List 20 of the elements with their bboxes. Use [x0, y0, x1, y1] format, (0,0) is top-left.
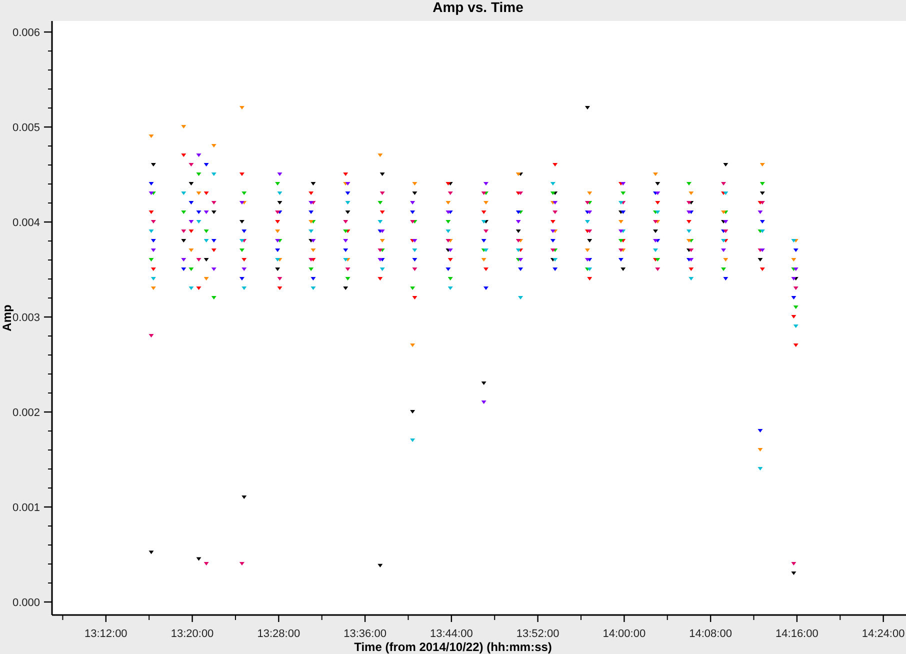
tick-label: 0.005 [12, 122, 40, 134]
tick-label: 0.001 [12, 502, 40, 514]
tick-label: 14:16:00 [776, 628, 818, 640]
tick-label: 13:52:00 [516, 628, 560, 640]
tick-label: 0.006 [12, 27, 40, 40]
tick-label: 0.003 [12, 312, 40, 324]
tick-label: 13:20:00 [170, 628, 214, 640]
tick-label: 14:00:00 [602, 628, 646, 640]
plot-title: Amp vs. Time [432, 0, 524, 15]
y-axis-label: Amp [0, 304, 14, 332]
tick-label: 13:12:00 [84, 628, 128, 640]
tick-label: 0.000 [12, 596, 40, 609]
tick-label: 0.002 [12, 407, 40, 419]
tick-label: 13:28:00 [257, 628, 300, 640]
tick-label: 14:24:00 [862, 628, 905, 640]
tick-label: 0.004 [12, 217, 40, 229]
x-axis-label: Time (from 2014/10/22) (hh:mm:ss) [354, 640, 552, 654]
tick-label: 13:44:00 [430, 628, 473, 640]
tick-label: 13:36:00 [344, 628, 386, 640]
tick-label: 14:08:00 [689, 628, 732, 640]
